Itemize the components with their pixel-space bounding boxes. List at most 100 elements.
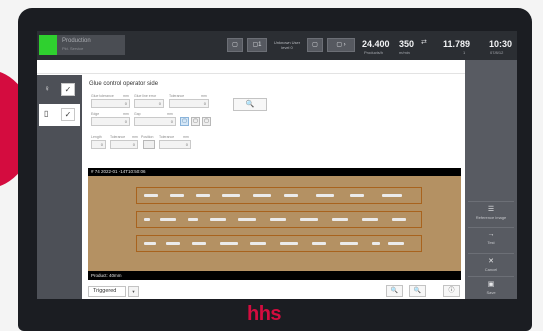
glue-line-error-field[interactable]: 0 [134,99,164,108]
edge-field[interactable]: 0 [91,117,130,126]
length-label: Length [91,135,102,139]
tolerance-unit: mm [183,135,189,139]
edge-mode-button[interactable]: ▢ [180,117,189,126]
glue-line [188,218,198,221]
glue-line [160,218,176,221]
save-button[interactable]: ▣ Save [468,276,514,299]
save-icon: ▣ [487,281,495,288]
right-action-panel: ☰ Reference image → Test ✕ Cancel ▣ Save [465,60,517,299]
screen-button[interactable]: ▢ [227,38,243,52]
glue-line [192,242,206,245]
position-toggle[interactable] [143,140,155,149]
glue-line [144,218,150,221]
glue-tolerance-field[interactable]: 0 [91,99,130,108]
glue-line [316,194,334,197]
glue-line [284,194,298,197]
glue-line [332,218,348,221]
speed-value: 24.400 [362,39,390,49]
glue-line [144,194,158,197]
glue-line [382,194,402,197]
reference-image-button[interactable]: ☰ Reference image [468,201,514,225]
glue-tolerance-unit: mm [123,94,129,98]
cancel-label: Cancel [484,267,498,272]
rate-value: 350 [399,39,415,49]
glue-line [220,242,238,245]
edge-unit: mm [123,112,129,116]
window-button[interactable]: ▢1 [247,38,267,52]
glue-line [250,242,266,245]
test-button[interactable]: → Test [468,227,514,251]
info-button[interactable]: ⓘ [443,285,460,297]
zoom-out-button[interactable]: 🔍 [409,285,426,297]
edge-mode-button[interactable]: ▢ [202,117,211,126]
rate-label: m/min [399,50,410,55]
left-navigation: ♀ ✓ ▯ ✓ [37,75,82,299]
inspection-image[interactable]: # 74 2022-01 -14T10:50:06 Product: 40mm [88,168,461,280]
image-footer: Product: 40mm [88,271,461,280]
tolerance-unit: mm [201,94,207,98]
bulb-icon: ♀ [44,84,50,93]
cardboard-image [88,176,461,271]
search-button[interactable]: 🔍 [233,98,267,111]
length-field[interactable]: 0 [91,140,106,149]
chevron-down-icon[interactable]: ▼ [128,286,139,297]
edge-label: Edge [91,112,100,116]
nav-item-sensor[interactable]: ♀ ✓ [39,79,80,101]
status-title: Production [62,38,91,44]
tolerance-label: Tolerance [169,94,185,98]
tolerance-field[interactable]: 0 [169,99,209,108]
zoom-in-icon: 🔍 [390,288,399,294]
production-status[interactable]: Production Pkt. Service [39,35,125,55]
glue-line [166,242,180,245]
glue-line [196,194,210,197]
glue-line [362,218,378,221]
trigger-select[interactable]: Triggered [88,286,126,297]
glue-line [210,218,226,221]
position-tolerance-field[interactable]: 0 [159,140,191,149]
reference-image-label: Reference image [475,215,507,220]
cancel-button[interactable]: ✕ Cancel [468,253,514,277]
edge-mode-button[interactable]: ▢ [191,117,200,126]
image-header: # 74 2022-01 -14T10:50:06 [88,168,461,176]
glue-line [170,194,184,197]
search-icon: 🔍 [245,101,255,108]
top-bar: Production Pkt. Service ▢ ▢1 Unknown Use… [37,31,517,60]
arrow-right-icon: → [487,231,495,238]
grid-icon: ☰ [487,206,495,213]
counter-icon: ⇄ [421,39,427,46]
save-label: Save [486,290,496,295]
glue-line [280,242,298,245]
page-title: Glue control operator side [89,81,159,87]
tolerance-label: Tolerance [159,135,175,139]
zoom-out-icon: 🔍 [413,288,422,294]
counter-value: 11.789 [443,39,471,49]
login-button[interactable]: ▢ › [327,38,355,52]
tolerance-label: Tolerance [110,135,126,139]
date-label: 07/8/12 [490,50,504,55]
glue-tolerance-label: Glue tolerance [91,94,114,98]
glue-line [144,242,156,245]
glue-line [392,218,406,221]
zoom-in-button[interactable]: 🔍 [386,285,403,297]
hhs-logo: hhs [247,303,282,325]
product-label: Product: 40mm [91,273,122,278]
tolerance-unit: mm [132,135,138,139]
user-level-label: Unknown User level 0 [273,40,301,50]
glue-line [388,242,404,245]
info-icon: ⓘ [448,288,455,294]
check-icon[interactable]: ✓ [61,108,75,121]
photo-scene: Production Pkt. Service ▢ ▢1 Unknown Use… [0,0,543,331]
test-label: Test [487,240,495,245]
content-header-band [37,60,465,74]
gap-unit: mm [167,112,173,116]
gap-field[interactable]: 0 [134,117,176,126]
counter-label: 1 [463,50,466,55]
copy-button[interactable]: ▢ [307,38,323,52]
check-icon[interactable]: ✓ [61,83,75,96]
nav-item-document[interactable]: ▯ ✓ [39,104,80,126]
hmi-screen: Production Pkt. Service ▢ ▢1 Unknown Use… [37,31,517,299]
glue-line [312,242,326,245]
speed-label: Products/h [364,50,384,55]
length-tolerance-field[interactable]: 0 [110,140,138,149]
document-icon: ▯ [44,109,49,118]
